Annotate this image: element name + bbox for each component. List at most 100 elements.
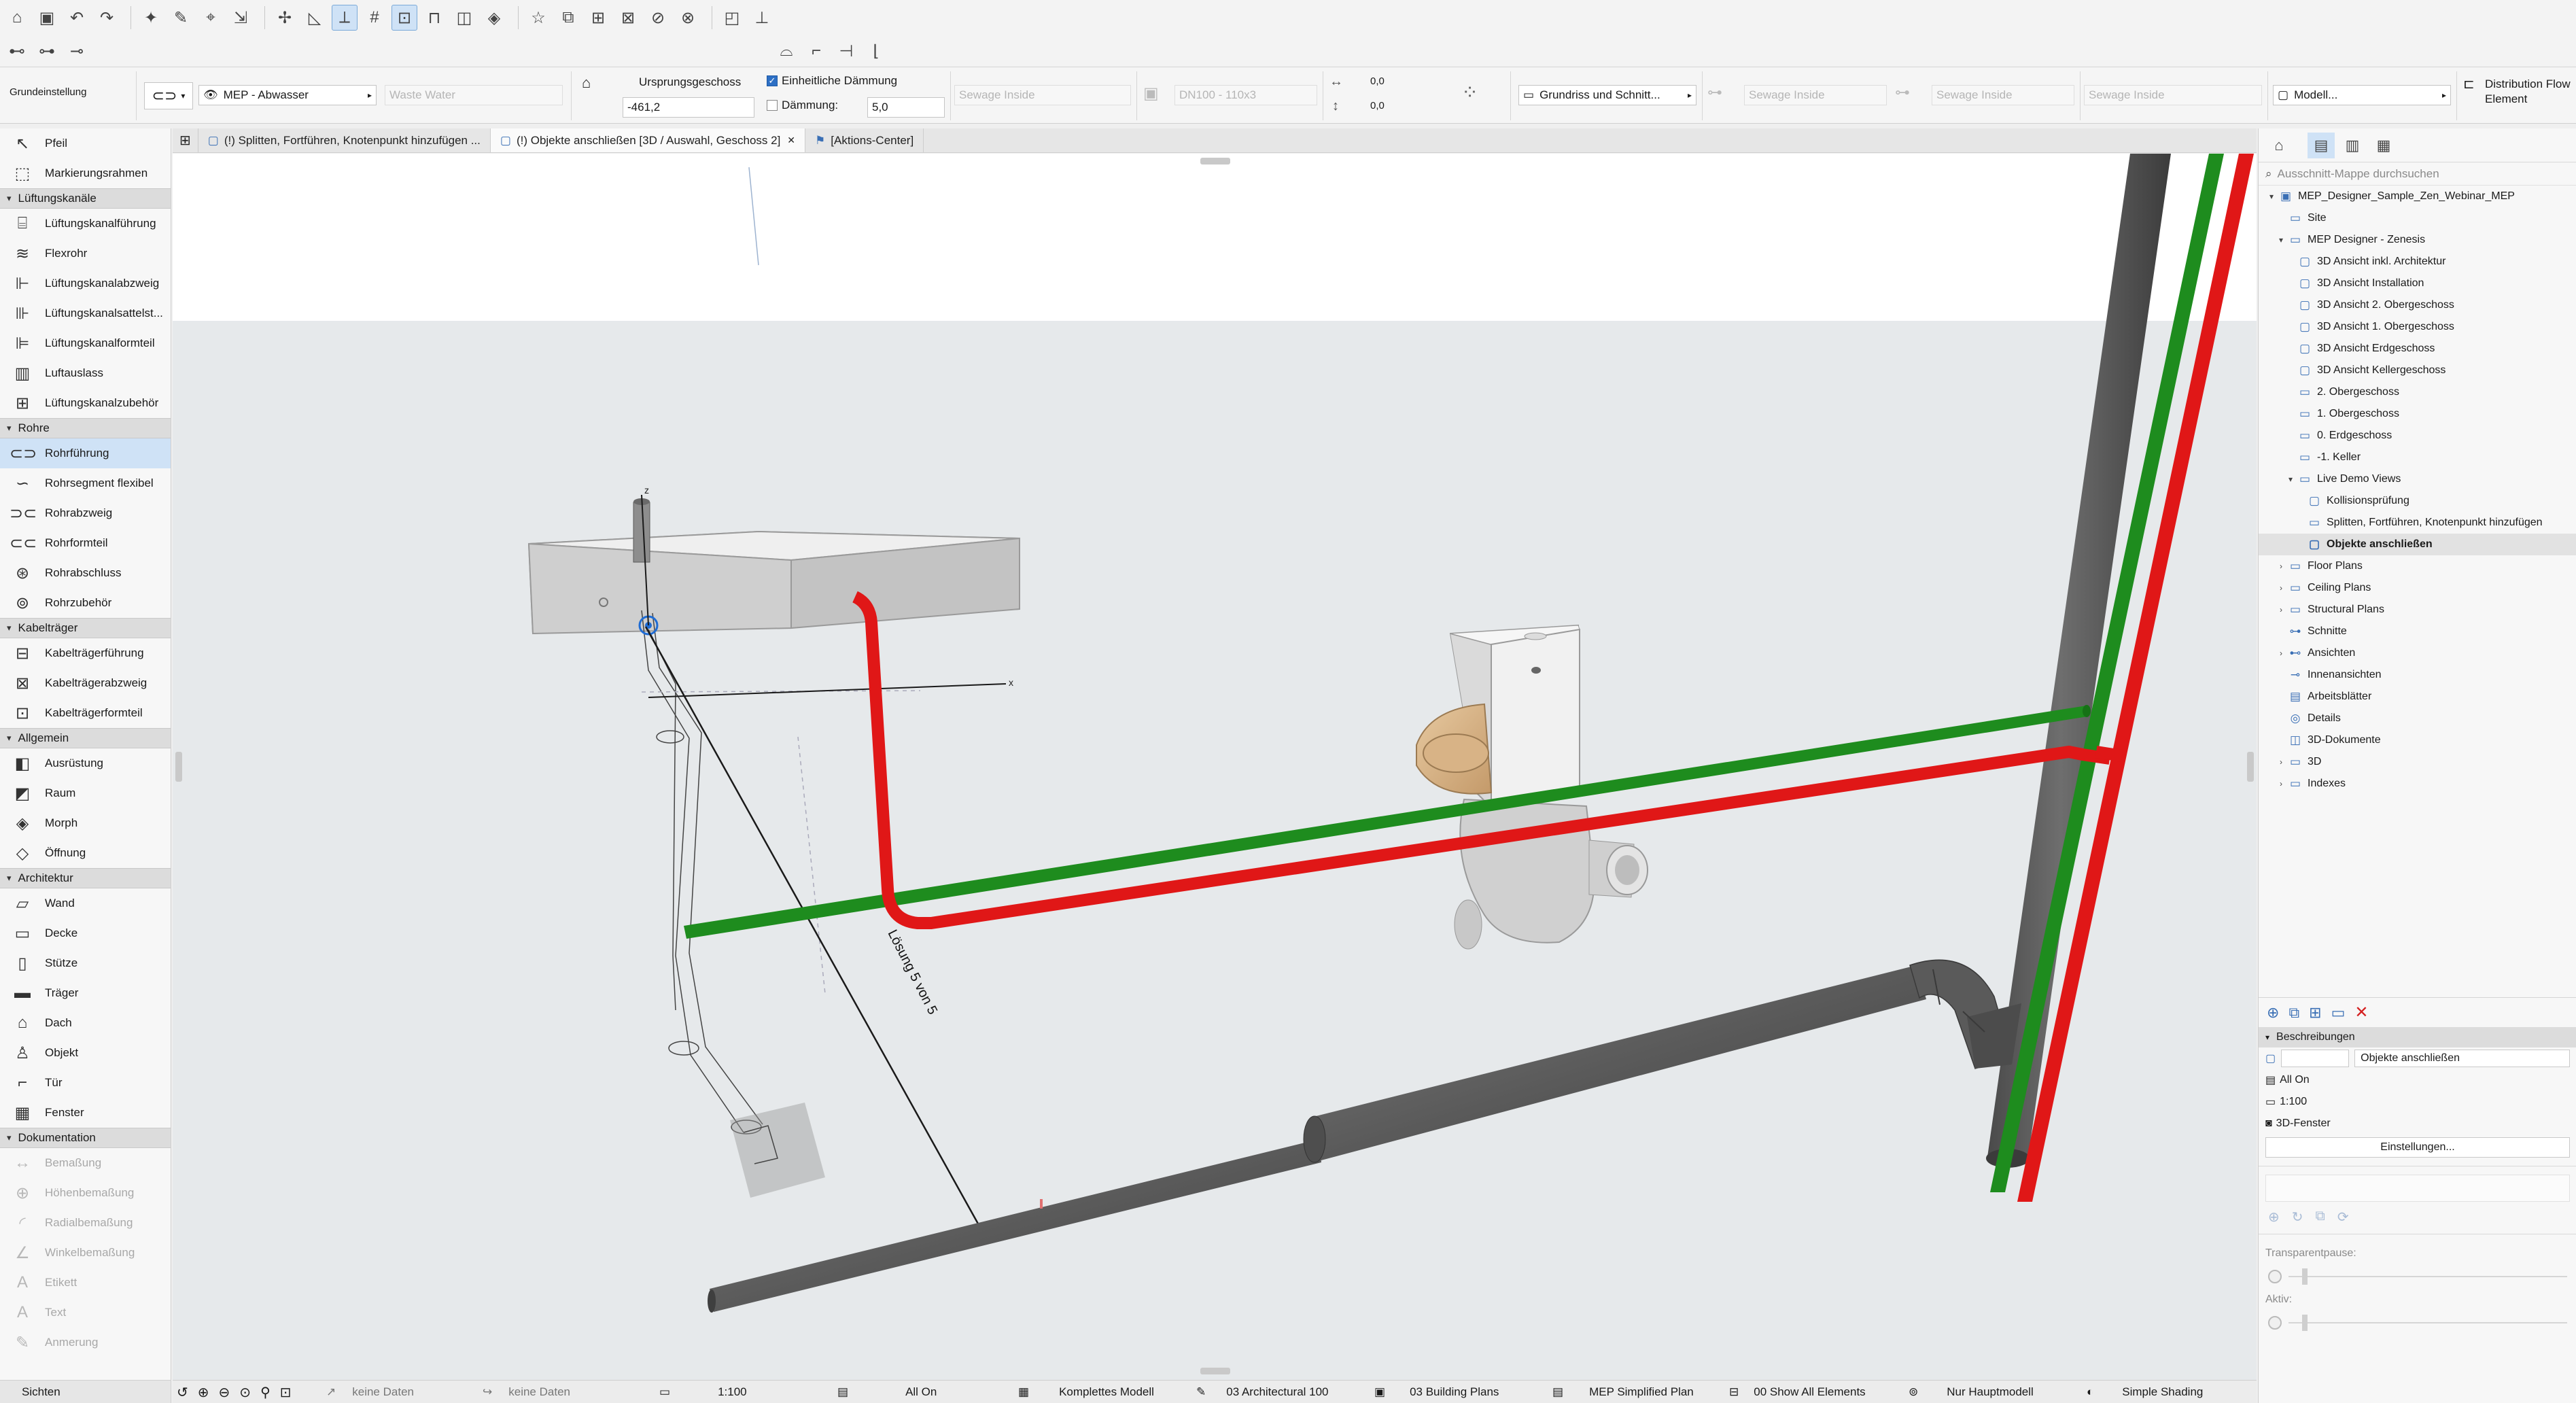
3d-scene[interactable]: z x Lösung 5 von 5 xyxy=(173,154,2257,1380)
dimension-icon[interactable]: ⊷ xyxy=(4,38,30,64)
tool-duct-branch[interactable]: ⊩ Lüftungskanalabzweig xyxy=(0,269,171,298)
reserve-icon[interactable]: ⊘ xyxy=(645,5,671,31)
pen-set-status[interactable]: ✎ 03 Architectural 100 xyxy=(1196,1381,1329,1403)
save-view-icon[interactable]: ▭ xyxy=(2331,1004,2346,1022)
view-tab[interactable]: ⚑ [Aktions-Center] xyxy=(805,128,924,152)
walk-icon[interactable]: ⚲ xyxy=(260,1384,271,1401)
tool-pipe-branch[interactable]: ⊃⊂ Rohrabzweig xyxy=(0,498,171,528)
expand-toggle-icon[interactable]: ▾ xyxy=(2275,235,2287,245)
add-icon[interactable]: ⊕ xyxy=(2268,1209,2280,1226)
sewage-dropdown-3[interactable]: Sewage Inside xyxy=(1932,85,2074,105)
view-map-item[interactable]: ▢ Objekte anschließen xyxy=(2259,534,2576,555)
elbow-icon[interactable]: ⌊ xyxy=(863,38,889,64)
tool-beam[interactable]: ▬ Träger xyxy=(0,978,171,1008)
publisher-icon[interactable]: ▦ xyxy=(2370,133,2397,158)
scale-status[interactable]: ▭ 1:100 xyxy=(659,1381,747,1403)
copy-icon[interactable]: ⧉ xyxy=(2316,1209,2325,1226)
sewage-dropdown-2[interactable]: Sewage Inside xyxy=(1744,85,1887,105)
3d-viewport[interactable]: z x Lösung 5 von 5 xyxy=(173,154,2257,1380)
view-map-item[interactable]: ▢ 3D Ansicht 2. Obergeschoss xyxy=(2259,294,2576,316)
shading-status[interactable]: ◐ Simple Shading xyxy=(2087,1381,2203,1403)
tool-text[interactable]: A Text xyxy=(0,1298,171,1328)
anchor-grid-icon[interactable]: ⁘ xyxy=(1461,81,1478,105)
insulation-input[interactable]: 5,0 xyxy=(867,97,945,118)
section-icon[interactable]: ⊶ xyxy=(34,38,60,64)
magic-wand-icon[interactable]: ✦ xyxy=(138,5,164,31)
tool-opening[interactable]: ◇ Öffnung xyxy=(0,838,171,868)
guide-icon[interactable]: ⟂ xyxy=(332,5,358,31)
dn-dropdown[interactable]: DN100 - 110x3 xyxy=(1174,85,1317,105)
view-map-item[interactable]: › ▭ 3D xyxy=(2259,751,2576,773)
tool-duct-accessory[interactable]: ⊞ Lüftungskanalzubehör xyxy=(0,388,171,418)
pick-icon[interactable]: ⇲ xyxy=(228,5,254,31)
expand-toggle-icon[interactable]: › xyxy=(2275,583,2287,593)
sewage-dropdown-4[interactable]: Sewage Inside xyxy=(2084,85,2262,105)
system-type-dropdown[interactable]: Sewage Inside xyxy=(954,85,1131,105)
tool-air-outlet[interactable]: ▥ Luftauslass xyxy=(0,358,171,388)
tool-cable-tray-route[interactable]: ⊟ Kabelträgerführung xyxy=(0,638,171,668)
status-field-2[interactable]: ↪ keine Daten xyxy=(483,1381,570,1403)
view-map-item[interactable]: › ▭ Floor Plans xyxy=(2259,555,2576,577)
sync-icon[interactable]: ⟳ xyxy=(2337,1209,2349,1226)
transparency-slider[interactable] xyxy=(2268,1268,2567,1285)
layer-dropdown[interactable]: 👁 MEP - Abwasser ▸ xyxy=(198,85,377,105)
layer-combo-status[interactable]: ▤ All On xyxy=(837,1381,937,1403)
mvo-status[interactable]: ▣ 03 Building Plans xyxy=(1374,1381,1499,1403)
tab-overview-icon[interactable]: ⊞ xyxy=(173,128,198,152)
expand-toggle-icon[interactable]: › xyxy=(2275,779,2287,789)
tool-door[interactable]: ⌐ Tür xyxy=(0,1068,171,1098)
tool-zone[interactable]: ◩ Raum xyxy=(0,778,171,808)
view-map-item[interactable]: ▢ 3D Ansicht Kellergeschoss xyxy=(2259,360,2576,381)
uniform-insulation-checkbox[interactable]: ✓ Einheitliche Dämmung xyxy=(767,74,897,88)
left-resize-grip[interactable] xyxy=(175,752,182,782)
tool-pipe-terminal[interactable]: ⊛ Rohrabschluss xyxy=(0,558,171,588)
palette-section-header[interactable]: ▾ Architektur xyxy=(0,868,171,888)
tool-duct-route[interactable]: ⌸ Lüftungskanalführung xyxy=(0,209,171,239)
undo-zoom-icon[interactable]: ↺ xyxy=(177,1384,188,1401)
tool-marquee[interactable]: ⬚ Markierungsrahmen xyxy=(0,158,171,188)
palette-section-header[interactable]: ▾ Dokumentation xyxy=(0,1128,171,1148)
tool-flex-pipe[interactable]: ∽ Rohrsegment flexibel xyxy=(0,468,171,498)
view-map-item[interactable]: ▤ Arbeitsblätter xyxy=(2259,686,2576,708)
favorites-star-icon[interactable]: ☆ xyxy=(525,5,551,31)
tool-annotation[interactable]: ✎ Anmerung xyxy=(0,1328,171,1357)
view-map-item[interactable]: ▭ -1. Keller xyxy=(2259,447,2576,468)
view-map-item[interactable]: › ▭ Structural Plans xyxy=(2259,599,2576,621)
grid-icon[interactable]: # xyxy=(362,5,387,31)
properties-header[interactable]: ▾ Beschreibungen xyxy=(2259,1027,2576,1047)
tool-object[interactable]: ♙ Objekt xyxy=(0,1038,171,1068)
view-map-item[interactable]: › ▭ Ceiling Plans xyxy=(2259,577,2576,599)
view-map-item[interactable]: ◫ 3D-Dokumente xyxy=(2259,729,2576,751)
palette-footer[interactable]: Sichten xyxy=(0,1380,171,1403)
undo-icon[interactable]: ↶ xyxy=(64,5,90,31)
status-field-1[interactable]: ↗ keine Daten xyxy=(326,1381,414,1403)
insulation-checkbox[interactable]: Dämmung: xyxy=(767,99,838,112)
palette-section-header[interactable]: ▾ Kabelträger xyxy=(0,618,171,638)
tool-pipe-fitting[interactable]: ⊂⊂ Rohrformteil xyxy=(0,528,171,558)
tool-level-dimension[interactable]: ⊕ Höhenbemaßung xyxy=(0,1178,171,1208)
cursor-icon[interactable]: ✢ xyxy=(272,5,298,31)
close-tab-icon[interactable]: ✕ xyxy=(787,135,795,146)
connect-icon[interactable]: ⌐ xyxy=(803,38,829,64)
walls-icon[interactable]: ◰ xyxy=(719,5,745,31)
view-map-item[interactable]: ▭ Site xyxy=(2259,207,2576,229)
view-tab[interactable]: ▢ (!) Objekte anschließen [3D / Auswahl, … xyxy=(490,128,806,152)
view-map-item[interactable]: ▢ 3D Ansicht Installation xyxy=(2259,273,2576,294)
view-id-input[interactable] xyxy=(2281,1050,2350,1067)
view-map-item[interactable]: ▢ 3D Ansicht inkl. Architektur xyxy=(2259,251,2576,273)
view-map-item[interactable]: ⊸ Innenansichten xyxy=(2259,664,2576,686)
level-icon[interactable]: ⊸ xyxy=(64,38,90,64)
tool-pipe-accessory[interactable]: ⊚ Rohrzubehör xyxy=(0,588,171,618)
home-icon[interactable]: ⌂ xyxy=(4,5,30,31)
tool-wall[interactable]: ▱ Wand xyxy=(0,888,171,918)
zoom-out-icon[interactable]: ⊖ xyxy=(219,1384,230,1401)
orbit-icon[interactable]: ⊙ xyxy=(239,1384,251,1401)
expand-toggle-icon[interactable]: › xyxy=(2275,561,2287,571)
offset-y-value[interactable]: 0,0 xyxy=(1370,100,1385,111)
view-map-item[interactable]: ▢ Kollisionsprüfung xyxy=(2259,490,2576,512)
tool-pipe-route[interactable]: ⊂⊃ Rohrführung xyxy=(0,438,171,468)
elements-status[interactable]: ⊟ 00 Show All Elements xyxy=(1729,1381,1866,1403)
plan-type-status[interactable]: ▤ MEP Simplified Plan xyxy=(1552,1381,1694,1403)
offset-x-value[interactable]: 0,0 xyxy=(1370,75,1385,87)
tool-angle-dimension[interactable]: ∠ Winkelbemaßung xyxy=(0,1238,171,1268)
